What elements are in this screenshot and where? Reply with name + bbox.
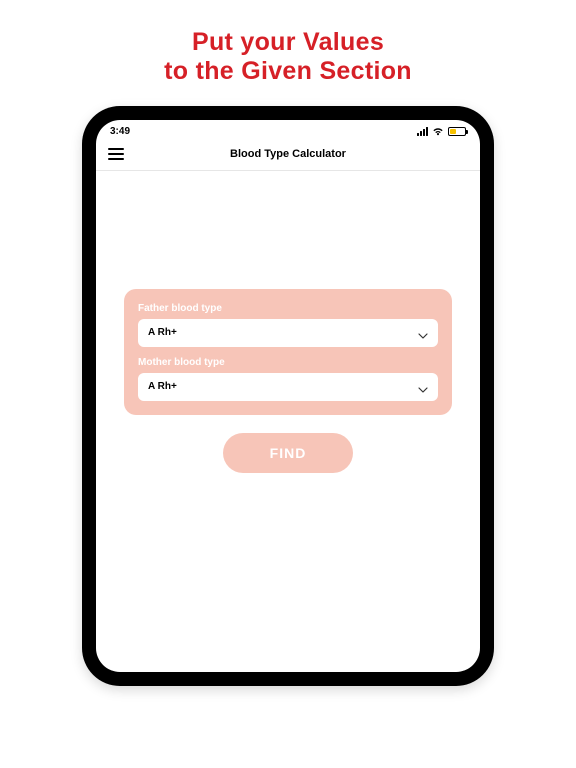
menu-icon[interactable] bbox=[108, 148, 124, 160]
promo-line-2: to the Given Section bbox=[0, 57, 576, 86]
input-card: Father blood type A Rh+ Mother blood typ… bbox=[124, 289, 452, 415]
father-select-value: A Rh+ bbox=[148, 327, 177, 338]
app-header: Blood Type Calculator bbox=[96, 139, 480, 171]
mother-blood-type-select[interactable]: A Rh+ bbox=[138, 373, 438, 401]
father-blood-type-select[interactable]: A Rh+ bbox=[138, 319, 438, 347]
status-indicators bbox=[417, 127, 466, 136]
page-title: Blood Type Calculator bbox=[230, 148, 346, 160]
promo-headline: Put your Values to the Given Section bbox=[0, 0, 576, 106]
wifi-icon bbox=[432, 127, 444, 136]
status-time: 3:49 bbox=[110, 126, 130, 137]
promo-line-1: Put your Values bbox=[0, 28, 576, 57]
tablet-screen: 3:49 Blood Type Calculator Fathe bbox=[96, 120, 480, 672]
mother-label: Mother blood type bbox=[138, 357, 438, 368]
battery-icon bbox=[448, 127, 466, 136]
chevron-down-icon bbox=[418, 328, 428, 338]
signal-icon bbox=[417, 127, 428, 136]
father-label: Father blood type bbox=[138, 303, 438, 314]
tablet-frame: 3:49 Blood Type Calculator Fathe bbox=[82, 106, 494, 686]
status-bar: 3:49 bbox=[96, 120, 480, 139]
mother-select-value: A Rh+ bbox=[148, 381, 177, 392]
main-content: Father blood type A Rh+ Mother blood typ… bbox=[96, 171, 480, 473]
find-button[interactable]: FIND bbox=[223, 433, 353, 473]
chevron-down-icon bbox=[418, 382, 428, 392]
